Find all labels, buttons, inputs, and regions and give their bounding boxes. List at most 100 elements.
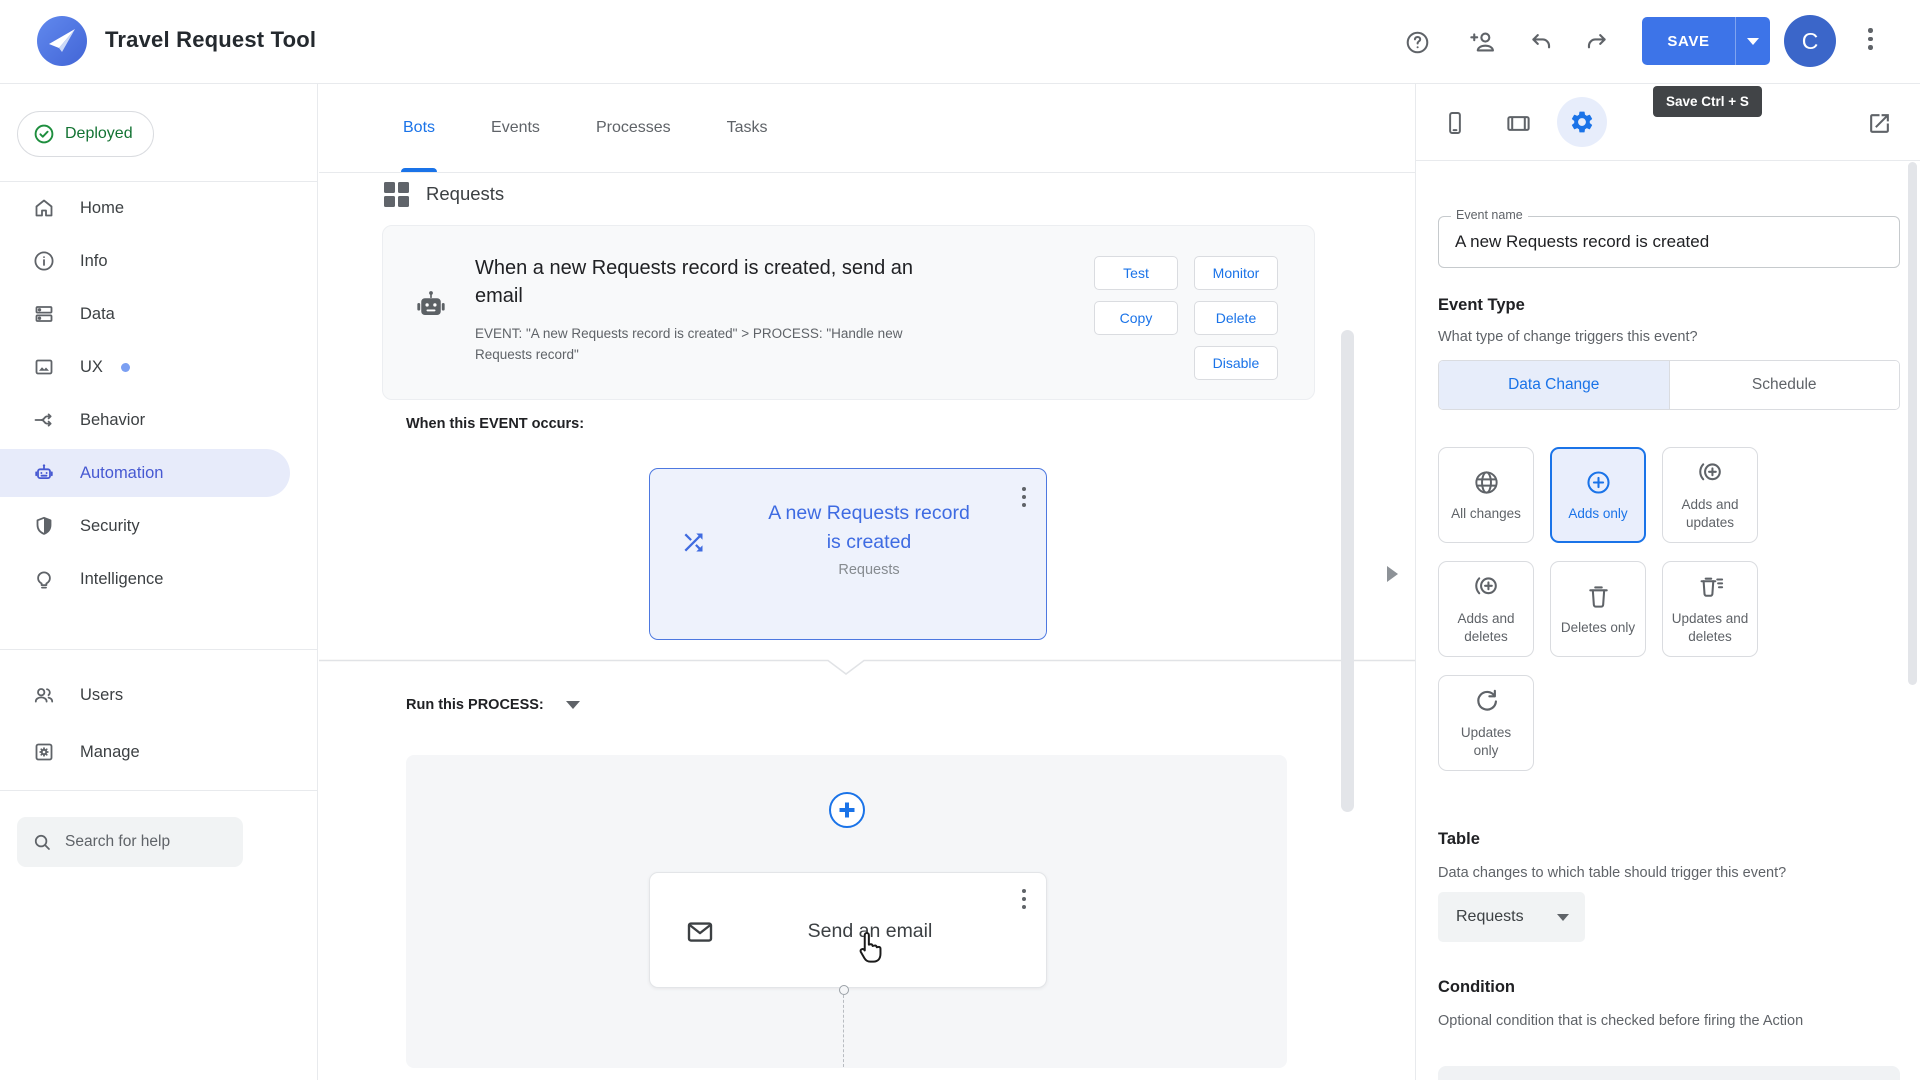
option-updates-and-deletes[interactable]: Updates and deletes bbox=[1662, 561, 1758, 657]
sidebar-item-home[interactable]: Home bbox=[0, 184, 290, 232]
event-card-table: Requests bbox=[838, 561, 900, 578]
save-options-button[interactable] bbox=[1736, 17, 1770, 65]
option-adds-only[interactable]: Adds only bbox=[1550, 447, 1646, 543]
bot-actions: Test Monitor Copy Delete Disable bbox=[1094, 256, 1278, 380]
lightbulb-icon bbox=[37, 571, 51, 589]
step-menu-button[interactable] bbox=[1022, 889, 1026, 909]
phone-view-button[interactable] bbox=[1438, 106, 1472, 140]
save-button[interactable]: SAVE bbox=[1642, 17, 1736, 65]
sidebar-item-ux[interactable]: UX bbox=[0, 343, 290, 391]
condition-heading: Condition bbox=[1438, 978, 1515, 996]
toggle-schedule[interactable]: Schedule bbox=[1668, 361, 1899, 409]
tab-bots[interactable]: Bots bbox=[400, 84, 438, 172]
bot-card[interactable]: When a new Requests record is created, s… bbox=[382, 225, 1315, 400]
tablet-icon bbox=[1506, 115, 1530, 131]
step-card-send-email[interactable]: Send an email bbox=[649, 872, 1047, 988]
trash-icon bbox=[1588, 586, 1608, 608]
copy-button[interactable]: Copy bbox=[1094, 301, 1178, 335]
event-card-menu-button[interactable] bbox=[1022, 487, 1026, 507]
divider bbox=[1416, 160, 1920, 161]
sidebar-item-behavior[interactable]: Behavior bbox=[0, 396, 290, 444]
sidebar-item-users[interactable]: Users bbox=[0, 671, 290, 719]
option-all-changes[interactable]: All changes bbox=[1438, 447, 1534, 543]
robot-icon bbox=[35, 464, 53, 480]
option-updates-only[interactable]: Updates only bbox=[1438, 675, 1534, 771]
sidebar-item-manage[interactable]: Manage bbox=[0, 728, 290, 776]
bot-title: When a new Requests record is created, s… bbox=[475, 257, 914, 307]
search-input[interactable] bbox=[65, 833, 225, 851]
divider bbox=[0, 181, 318, 182]
tab-processes[interactable]: Processes bbox=[596, 84, 671, 172]
globe-icon bbox=[1474, 471, 1498, 494]
panel-expand-arrow[interactable] bbox=[1387, 566, 1398, 582]
share-app-button[interactable] bbox=[1467, 26, 1499, 58]
tab-events[interactable]: Events bbox=[491, 84, 540, 172]
sidebar-item-data[interactable]: Data bbox=[0, 290, 290, 338]
monitor-button[interactable]: Monitor bbox=[1194, 256, 1278, 290]
open-in-new-button[interactable] bbox=[1862, 106, 1896, 140]
tab-tasks[interactable]: Tasks bbox=[727, 84, 768, 172]
shield-icon bbox=[36, 516, 52, 535]
chevron-down-icon bbox=[1747, 37, 1759, 45]
test-button[interactable]: Test bbox=[1094, 256, 1178, 290]
more-options-button[interactable] bbox=[1868, 28, 1873, 50]
disable-button[interactable]: Disable bbox=[1194, 346, 1278, 380]
check-circle-icon bbox=[34, 124, 54, 144]
event-card-title: A new Requests record is created bbox=[768, 502, 970, 554]
main-scrollbar-thumb[interactable] bbox=[1341, 330, 1354, 812]
redo-button[interactable] bbox=[1580, 26, 1612, 58]
table-dropdown[interactable]: Requests bbox=[1438, 892, 1585, 942]
deployed-badge[interactable]: Deployed bbox=[17, 111, 154, 157]
event-card[interactable]: A new Requests record is created Request… bbox=[649, 468, 1047, 640]
bot-card-text: When a new Requests record is created, s… bbox=[475, 254, 950, 399]
sidebar: Deployed Home Info Data UX Behavior Auto… bbox=[0, 84, 318, 1080]
undo-icon bbox=[1531, 33, 1550, 48]
event-name-label: Event name bbox=[1451, 208, 1528, 222]
breadcrumb-label: Requests bbox=[426, 183, 505, 204]
app-title: Travel Request Tool bbox=[105, 27, 317, 52]
event-type-toggle: Data Change Schedule bbox=[1438, 360, 1900, 410]
help-button[interactable] bbox=[1401, 26, 1433, 58]
toggle-data-change[interactable]: Data Change bbox=[1439, 361, 1669, 409]
main-content: Bots Events Processes Tasks Requests Whe… bbox=[319, 84, 1415, 1080]
condition-input[interactable] bbox=[1438, 1066, 1900, 1080]
sidebar-item-automation[interactable]: Automation bbox=[0, 449, 290, 497]
divider bbox=[0, 790, 318, 791]
add-circle-arc-icon bbox=[1474, 577, 1497, 595]
info-icon bbox=[34, 251, 54, 271]
app-header: Travel Request Tool SAVE C bbox=[0, 0, 1920, 84]
phone-icon bbox=[1449, 112, 1461, 134]
option-adds-and-updates[interactable]: Adds and updates bbox=[1662, 447, 1758, 543]
breadcrumb: Requests bbox=[384, 182, 505, 207]
pointer-cursor bbox=[852, 930, 886, 975]
gear-square-icon bbox=[35, 743, 53, 761]
settings-tab-button[interactable] bbox=[1557, 97, 1607, 147]
settings-panel: Event name Event Type What type of chang… bbox=[1415, 84, 1920, 1080]
branch-arrows-icon bbox=[34, 413, 52, 427]
option-adds-and-deletes[interactable]: Adds and deletes bbox=[1438, 561, 1534, 657]
table-heading: Table bbox=[1438, 830, 1480, 848]
panel-scrollbar-thumb[interactable] bbox=[1908, 162, 1917, 685]
sidebar-item-intelligence[interactable]: Intelligence bbox=[0, 555, 290, 603]
bot-icon bbox=[413, 288, 449, 399]
sidebar-item-info[interactable]: Info bbox=[0, 237, 290, 285]
save-split-button: SAVE bbox=[1642, 17, 1770, 65]
table-question: Data changes to which table should trigg… bbox=[1438, 865, 1787, 881]
add-step-button[interactable] bbox=[829, 792, 865, 828]
connector-dashed-line bbox=[843, 995, 844, 1067]
appsheet-editor: Travel Request Tool SAVE C Save Ctrl + S… bbox=[0, 0, 1920, 1080]
app-logo[interactable] bbox=[37, 16, 87, 66]
undo-button[interactable] bbox=[1525, 26, 1557, 58]
open-in-new-icon bbox=[1869, 113, 1889, 133]
sidebar-item-security[interactable]: Security bbox=[0, 502, 290, 550]
ux-notification-dot bbox=[120, 362, 130, 372]
avatar[interactable]: C bbox=[1784, 15, 1836, 67]
event-type-heading: Event Type bbox=[1438, 296, 1525, 314]
event-name-input[interactable] bbox=[1439, 217, 1899, 267]
tablet-view-button[interactable] bbox=[1501, 106, 1535, 140]
grid-icon bbox=[384, 182, 409, 207]
event-card-text: A new Requests record is created Request… bbox=[749, 499, 989, 578]
collapse-process-icon[interactable] bbox=[565, 701, 580, 709]
delete-button[interactable]: Delete bbox=[1194, 301, 1278, 335]
option-deletes-only[interactable]: Deletes only bbox=[1550, 561, 1646, 657]
